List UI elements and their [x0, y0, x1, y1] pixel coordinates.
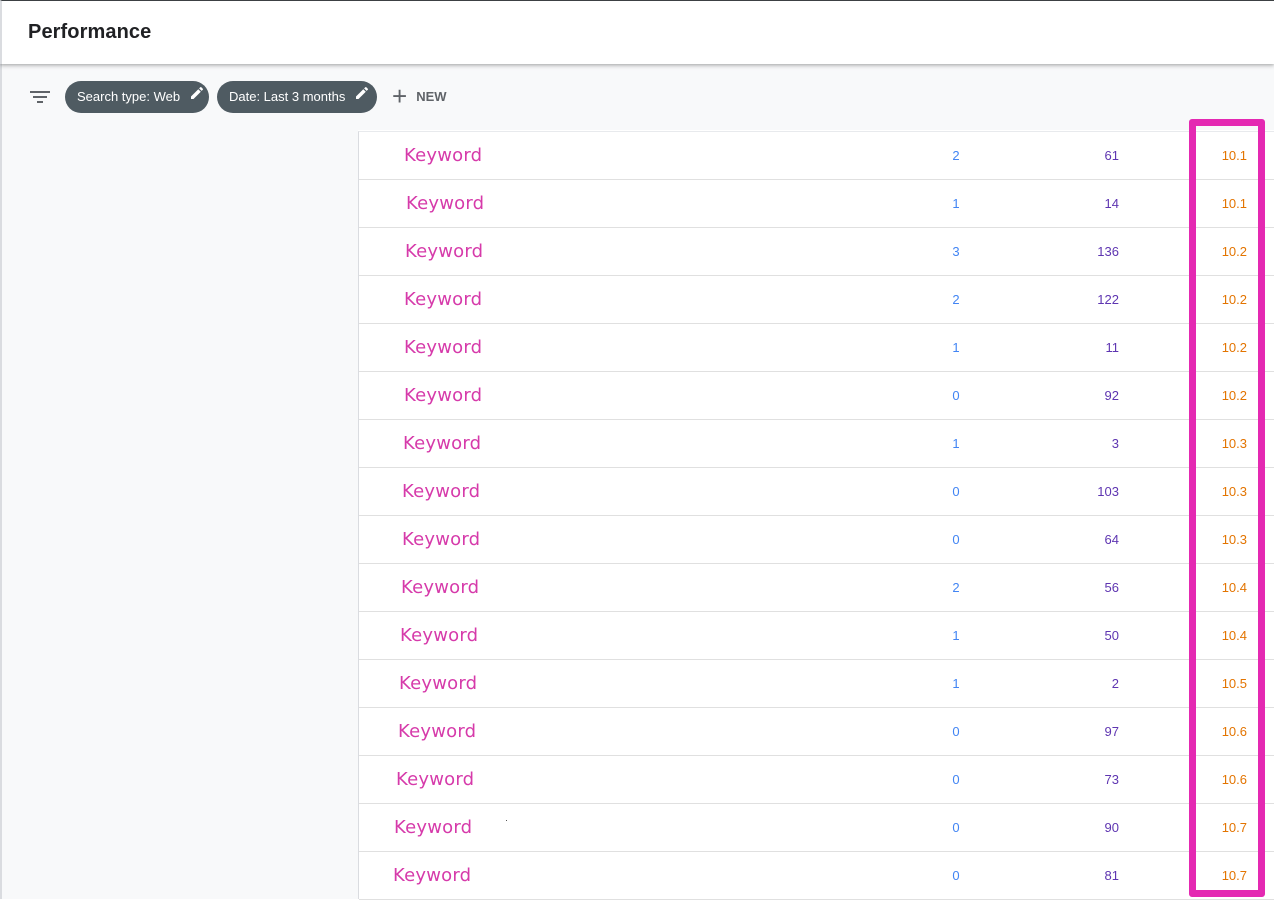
impressions-cell: 56 — [1104, 580, 1119, 595]
table-row[interactable]: Keyword 1 50 10.4 — [359, 612, 1274, 660]
top-app-bar: Performance — [0, 0, 1274, 64]
filter-icon[interactable] — [29, 88, 51, 106]
keyword-cell[interactable]: Keyword — [404, 276, 482, 323]
impressions-cell: 136 — [1097, 244, 1119, 259]
table-row[interactable]: Keyword 1 11 10.2 — [359, 324, 1274, 372]
table-row[interactable]: Keyword 0 92 10.2 — [359, 372, 1274, 420]
keyword-cell[interactable]: Keyword — [399, 660, 477, 707]
keyword-cell[interactable]: Keyword — [404, 132, 482, 179]
impressions-cell: 92 — [1104, 388, 1119, 403]
position-cell: 10.7 — [1221, 820, 1247, 835]
clicks-cell: 0 — [952, 724, 960, 739]
position-cell: 10.1 — [1221, 196, 1247, 211]
impressions-cell: 50 — [1104, 628, 1119, 643]
impressions-cell: 14 — [1104, 196, 1119, 211]
position-cell: 10.5 — [1221, 676, 1247, 691]
pencil-icon — [190, 80, 204, 112]
position-cell: 10.1 — [1221, 148, 1247, 163]
position-cell: 10.3 — [1221, 436, 1247, 451]
keyword-cell[interactable]: Keyword — [406, 180, 484, 227]
left-panel — [0, 130, 358, 899]
impressions-cell: 122 — [1097, 292, 1119, 307]
table-row[interactable]: Keyword 1 2 10.5 — [359, 660, 1274, 708]
clicks-cell: 0 — [952, 532, 960, 547]
impressions-cell: 73 — [1104, 772, 1119, 787]
table-row[interactable]: Keyword 0 81 10.7 — [359, 852, 1274, 900]
table-row[interactable]: Keyword 1 14 10.1 — [359, 180, 1274, 228]
table-row[interactable]: Keyword 2 122 10.2 — [359, 276, 1274, 324]
clicks-cell: 2 — [952, 148, 960, 163]
clicks-cell: 3 — [952, 244, 960, 259]
keyword-cell[interactable]: Keyword — [402, 516, 480, 563]
position-cell: 10.3 — [1221, 532, 1247, 547]
pencil-icon — [355, 80, 369, 112]
keyword-cell[interactable]: Keyword — [404, 372, 482, 419]
keyword-cell[interactable]: Keyword — [394, 804, 472, 851]
new-filter-label: NEW — [416, 89, 447, 104]
impressions-cell: 97 — [1104, 724, 1119, 739]
clicks-cell: 1 — [952, 196, 960, 211]
position-cell: 10.2 — [1221, 340, 1247, 355]
impressions-cell: 64 — [1104, 532, 1119, 547]
impressions-cell: 2 — [1111, 676, 1119, 691]
clicks-cell: 1 — [952, 340, 960, 355]
clicks-cell: 2 — [952, 580, 960, 595]
keyword-cell[interactable]: Keyword — [393, 852, 471, 899]
keyword-cell[interactable]: Keyword — [398, 708, 476, 755]
clicks-cell: 1 — [952, 628, 960, 643]
date-range-chip-label: Date: Last 3 months — [229, 89, 346, 104]
position-cell: 10.2 — [1221, 388, 1247, 403]
table-row[interactable]: Keyword 0 103 10.3 — [359, 468, 1274, 516]
queries-table: Keyword 2 61 10.1 Keyword 1 14 10.1 Keyword 3 136 1… — [358, 131, 1274, 900]
table-row[interactable]: Keyword 3 136 10.2 — [359, 228, 1274, 276]
position-cell: 10.2 — [1221, 244, 1247, 259]
position-cell: 10.4 — [1221, 628, 1247, 643]
impressions-cell: 90 — [1104, 820, 1119, 835]
position-cell: 10.4 — [1221, 580, 1247, 595]
position-cell: 10.6 — [1221, 724, 1247, 739]
position-cell: 10.7 — [1221, 868, 1247, 883]
filter-bar: Search type: Web Date: Last 3 months + NE… — [0, 64, 1274, 130]
search-type-chip[interactable]: Search type: Web — [65, 81, 209, 113]
stray-dot — [506, 820, 507, 821]
page-title: Performance — [28, 21, 152, 43]
table-row[interactable]: Keyword 0 73 10.6 — [359, 756, 1274, 804]
keyword-cell[interactable]: Keyword — [401, 564, 479, 611]
table-row[interactable]: Keyword 2 61 10.1 — [359, 132, 1274, 180]
keyword-cell[interactable]: Keyword — [402, 468, 480, 515]
table-row[interactable]: Keyword 1 3 10.3 — [359, 420, 1274, 468]
position-cell: 10.3 — [1221, 484, 1247, 499]
table-row[interactable]: Keyword 2 56 10.4 — [359, 564, 1274, 612]
clicks-cell: 0 — [952, 820, 960, 835]
impressions-cell: 103 — [1097, 484, 1119, 499]
new-filter-button[interactable]: + NEW — [392, 81, 447, 113]
keyword-cell[interactable]: Keyword — [403, 420, 481, 467]
search-type-chip-label: Search type: Web — [77, 89, 181, 104]
clicks-cell: 2 — [952, 292, 960, 307]
impressions-cell: 61 — [1104, 148, 1119, 163]
table-row[interactable]: Keyword 0 97 10.6 — [359, 708, 1274, 756]
keyword-cell[interactable]: Keyword — [405, 228, 483, 275]
keyword-cell[interactable]: Keyword — [404, 324, 482, 371]
clicks-cell: 0 — [952, 772, 960, 787]
table-row[interactable]: Keyword 0 90 10.7 — [359, 804, 1274, 852]
clicks-cell: 0 — [952, 868, 960, 883]
clicks-cell: 0 — [952, 388, 960, 403]
impressions-cell: 11 — [1105, 340, 1120, 355]
impressions-cell: 81 — [1104, 868, 1119, 883]
clicks-cell: 0 — [952, 484, 960, 499]
date-range-chip[interactable]: Date: Last 3 months — [217, 81, 377, 113]
table-row[interactable]: Keyword 0 64 10.3 — [359, 516, 1274, 564]
impressions-cell: 3 — [1111, 436, 1119, 451]
clicks-cell: 1 — [952, 436, 960, 451]
keyword-cell[interactable]: Keyword — [400, 612, 478, 659]
plus-icon: + — [392, 80, 408, 111]
position-cell: 10.2 — [1221, 292, 1247, 307]
clicks-cell: 1 — [952, 676, 960, 691]
position-cell: 10.6 — [1221, 772, 1247, 787]
keyword-cell[interactable]: Keyword — [396, 756, 474, 803]
